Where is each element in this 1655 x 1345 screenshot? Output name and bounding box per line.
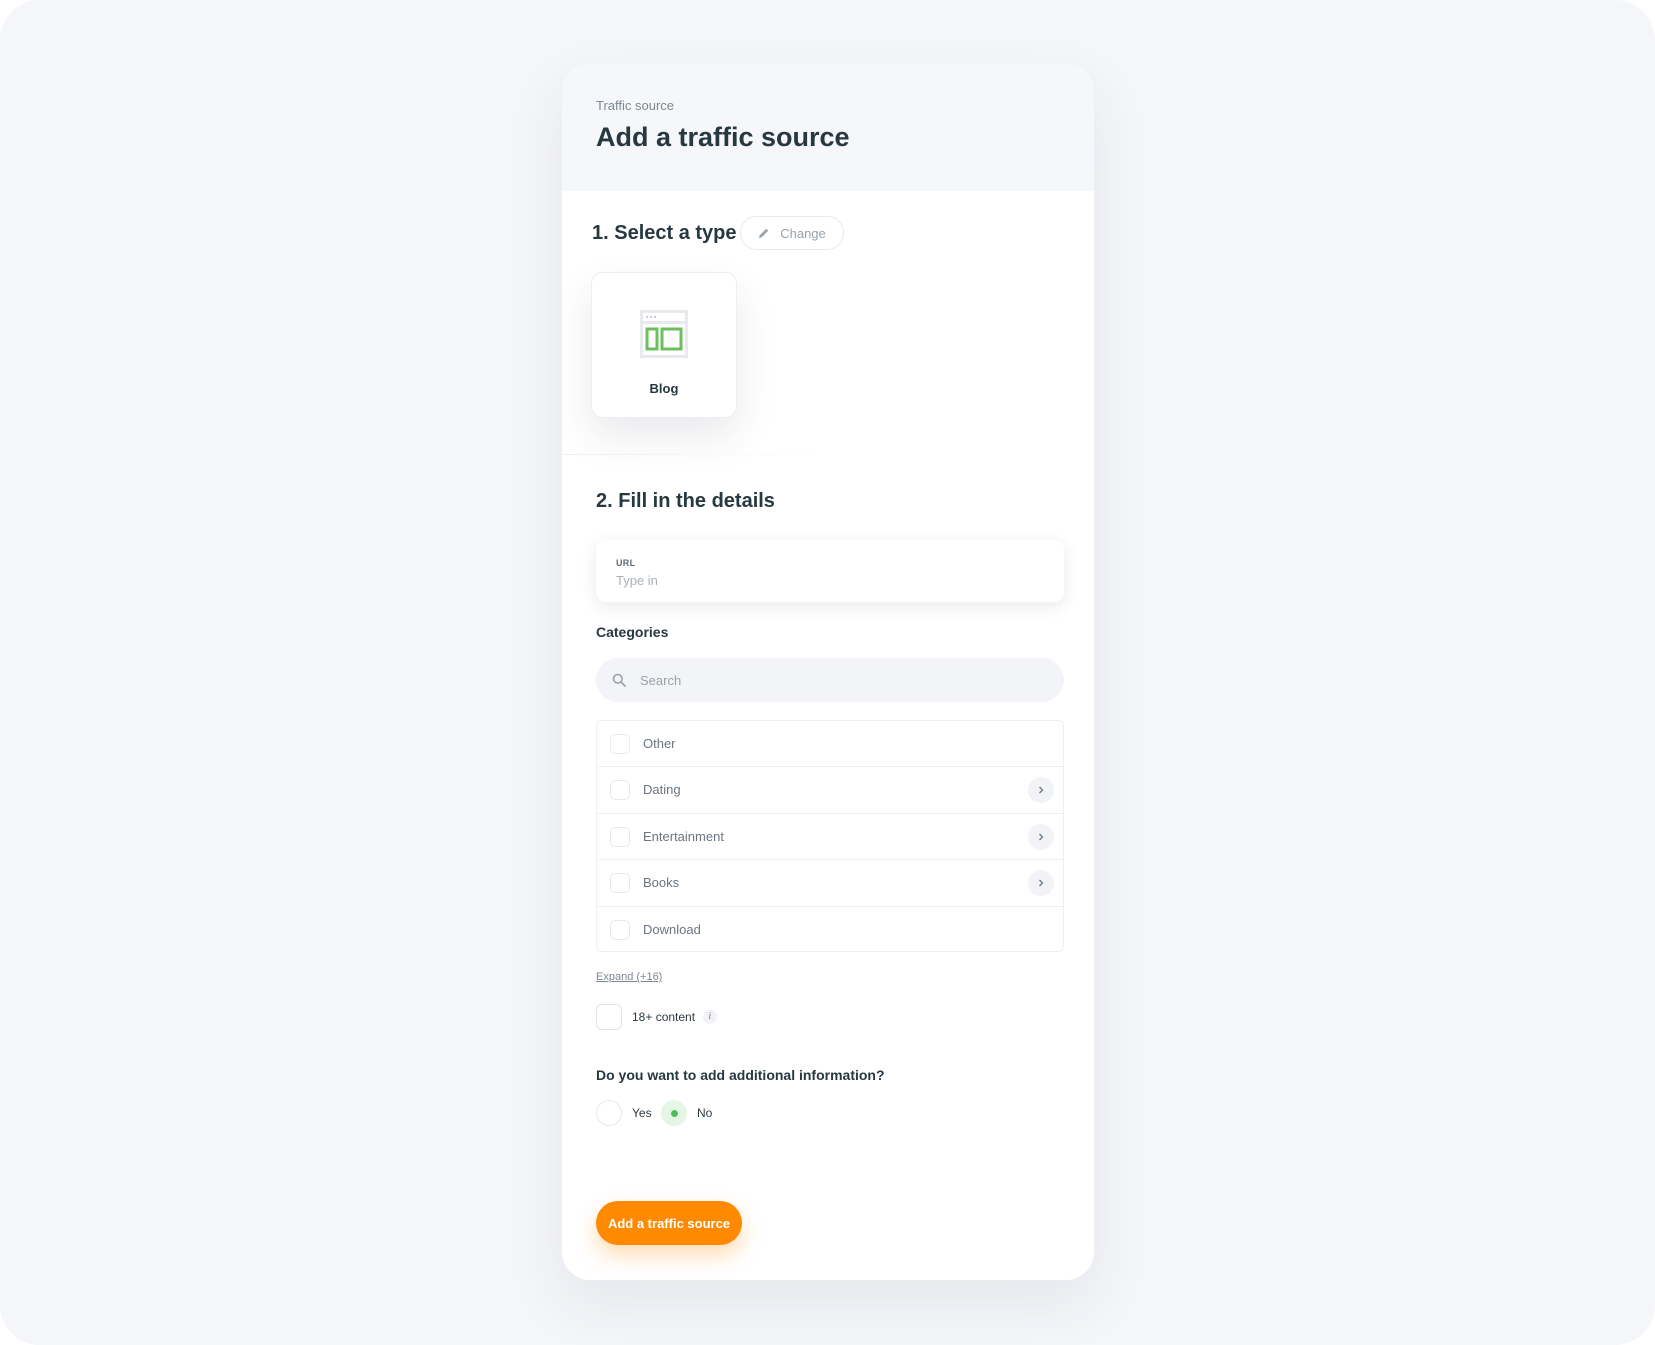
- add-traffic-source-card: Traffic source Add a traffic source 1. S…: [562, 64, 1094, 1280]
- category-label: Download: [643, 921, 701, 937]
- category-list: Other Dating Entertainment Books Downloa…: [596, 720, 1064, 952]
- category-row-books[interactable]: Books: [597, 860, 1063, 907]
- card-header: Traffic source Add a traffic source: [562, 64, 1094, 191]
- category-search-input[interactable]: [640, 671, 1040, 689]
- radio-selected-dot: [671, 1110, 678, 1117]
- category-checkbox[interactable]: [610, 826, 630, 847]
- category-label: Entertainment: [643, 828, 724, 844]
- add-traffic-source-button[interactable]: Add a traffic source: [596, 1201, 742, 1245]
- categories-title: Categories: [596, 624, 669, 640]
- type-card-label: Blog: [649, 381, 679, 396]
- step1-title: 1. Select a type: [592, 222, 737, 244]
- category-checkbox[interactable]: [610, 873, 630, 894]
- step2-title: 2. Fill in the details: [596, 490, 775, 512]
- section-divider: [562, 454, 842, 455]
- category-label: Dating: [643, 782, 681, 798]
- breadcrumb[interactable]: Traffic source: [596, 98, 674, 113]
- blog-layout-icon: [640, 310, 688, 358]
- change-type-label: Change: [780, 225, 826, 241]
- category-checkbox[interactable]: [610, 919, 630, 940]
- additional-info-question: Do you want to add additional informatio…: [596, 1067, 885, 1083]
- info-icon[interactable]: i: [703, 1010, 717, 1024]
- change-type-button[interactable]: Change: [740, 216, 844, 250]
- pencil-icon: [759, 228, 769, 238]
- category-label: Other: [643, 736, 676, 751]
- category-checkbox[interactable]: [610, 780, 630, 801]
- url-field[interactable]: URL: [596, 540, 1064, 602]
- expand-categories-link[interactable]: Expand (+16): [596, 971, 662, 983]
- search-icon: [612, 673, 626, 687]
- url-label: URL: [616, 558, 636, 568]
- category-search-box[interactable]: [596, 658, 1064, 702]
- category-row-dating[interactable]: Dating: [597, 767, 1063, 814]
- radio-yes-label[interactable]: Yes: [632, 1106, 652, 1120]
- chevron-right-icon[interactable]: [1028, 823, 1054, 850]
- chevron-right-icon[interactable]: [1028, 777, 1054, 804]
- category-row-download[interactable]: Download: [597, 907, 1063, 953]
- radio-no[interactable]: [661, 1100, 687, 1126]
- url-input[interactable]: [616, 571, 1036, 589]
- page-background: Traffic source Add a traffic source 1. S…: [0, 0, 1655, 1345]
- chevron-right-icon[interactable]: [1028, 870, 1054, 897]
- radio-no-label[interactable]: No: [697, 1106, 712, 1120]
- category-label: Books: [643, 875, 680, 891]
- type-card-blog[interactable]: Blog: [591, 272, 737, 418]
- category-row-other[interactable]: Other: [597, 721, 1063, 768]
- page-title: Add a traffic source: [596, 122, 850, 152]
- adult-content-checkbox[interactable]: [596, 1004, 622, 1030]
- category-row-entertainment[interactable]: Entertainment: [597, 814, 1063, 861]
- radio-yes[interactable]: [596, 1100, 622, 1126]
- adult-content-label[interactable]: 18+ content: [632, 1010, 695, 1024]
- category-checkbox[interactable]: [610, 734, 630, 754]
